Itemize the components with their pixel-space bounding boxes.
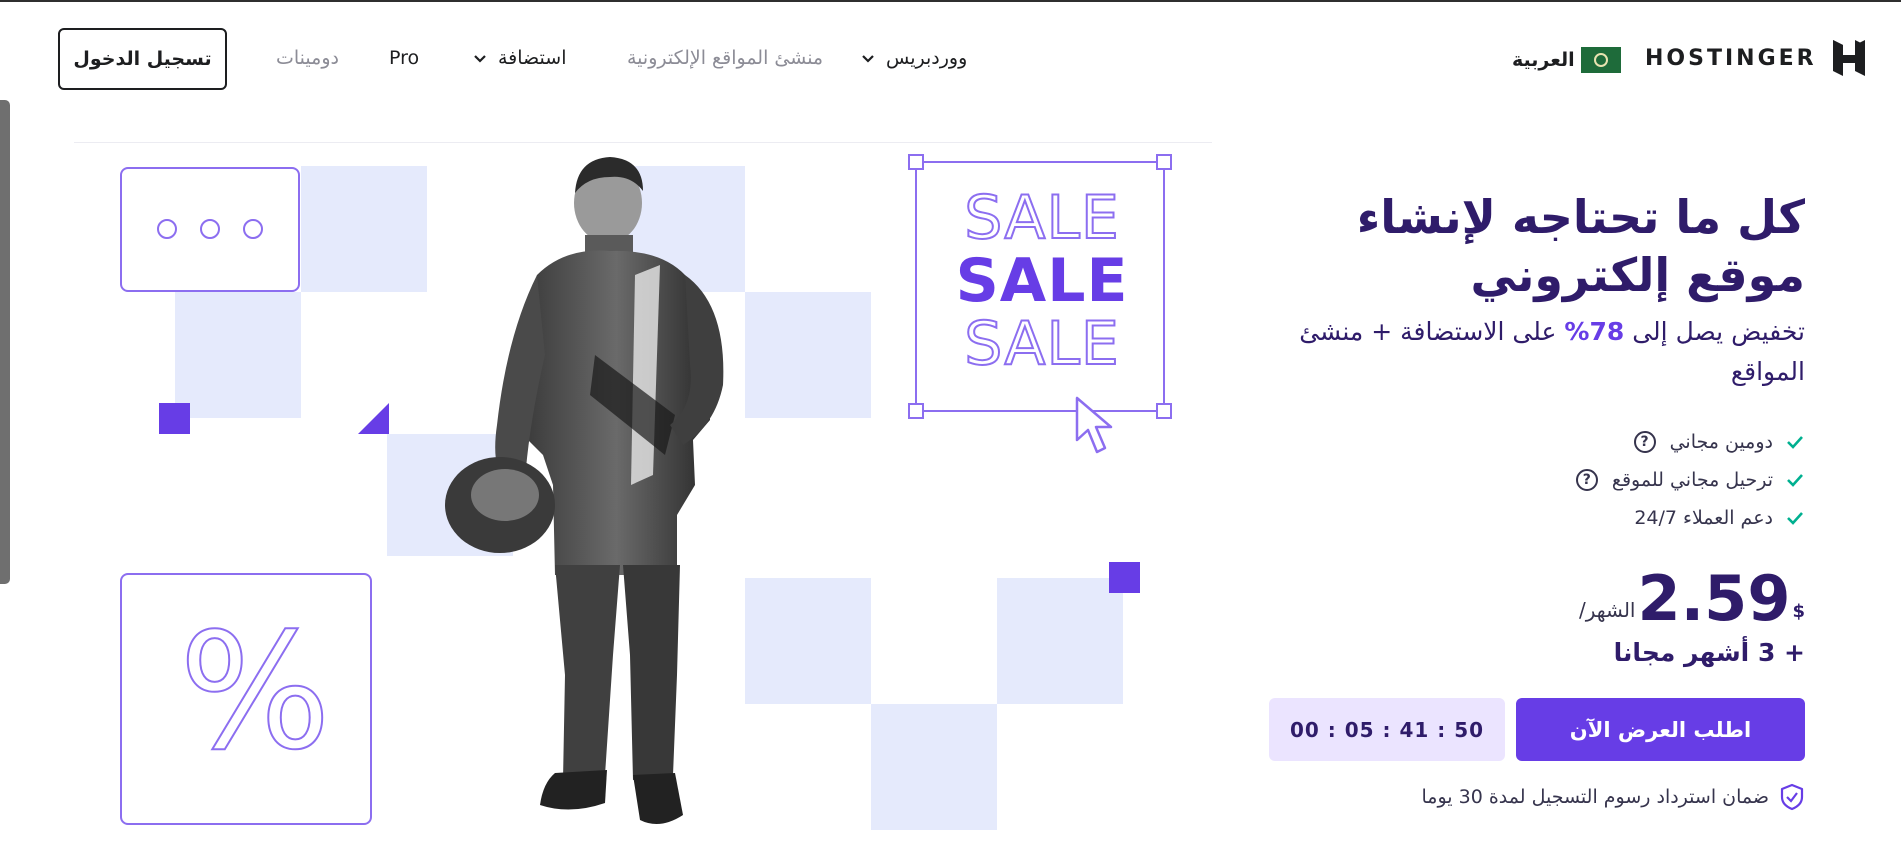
frame-handle	[908, 403, 924, 419]
feature-item: دومين مجاني ?	[1405, 423, 1805, 461]
nav-hosting[interactable]: استضافة	[472, 47, 566, 69]
feature-item: ترحيل مجاني للموقع ?	[1405, 461, 1805, 499]
feature-list: دومين مجاني ? ترحيل مجاني للموقع ? دعم ا…	[1405, 423, 1805, 537]
nav-pro[interactable]: Pro	[389, 47, 419, 69]
shield-check-icon	[1780, 783, 1804, 811]
feature-label: دومين مجاني	[1669, 431, 1773, 453]
hostinger-logo-icon	[1832, 40, 1865, 76]
price-currency: $	[1792, 601, 1805, 622]
subtitle-prefix: تخفيض يصل إلى	[1632, 317, 1805, 346]
chevron-down-icon	[474, 55, 486, 63]
guarantee-text: ضمان استرداد رسوم التسجيل لمدة 30 يوما	[1421, 786, 1769, 808]
login-button[interactable]: تسجيل الدخول	[58, 28, 227, 90]
check-icon	[1787, 436, 1803, 449]
nav-wordpress-label: ووردبريس	[886, 47, 968, 69]
accent-square	[159, 403, 190, 434]
nav-domains-label: دومينات	[276, 47, 339, 69]
flag-icon	[1580, 47, 1621, 73]
feature-label: دعم العملاء 24/7	[1634, 507, 1773, 529]
frame-handle	[1156, 154, 1172, 170]
decor-square	[175, 292, 301, 418]
nav-hosting-label: استضافة	[498, 47, 567, 69]
bubble-dot	[200, 219, 220, 239]
sale-frame: SALE SALE SALE	[908, 154, 1172, 419]
price-amount: 2.59	[1637, 562, 1791, 635]
help-icon[interactable]: ?	[1575, 469, 1598, 491]
hero-subtitle: تخفيض يصل إلى 78% على الاستضافة + منشئ ا…	[1265, 312, 1805, 392]
nav-wordpress[interactable]: ووردبريس	[860, 47, 967, 69]
help-icon[interactable]: ?	[1633, 431, 1656, 453]
price-display: /الشهر 2.59 $	[1579, 568, 1805, 630]
sale-text: SALE	[963, 183, 1120, 253]
price-period: /الشهر	[1578, 598, 1636, 622]
check-icon	[1787, 474, 1803, 487]
decor-square	[871, 704, 997, 830]
nav-website-builder[interactable]: منشئ المواقع الإلكترونية	[627, 47, 823, 69]
page-scrollbar[interactable]	[0, 100, 10, 584]
sale-text: SALE	[963, 309, 1120, 379]
language-selector[interactable]: العربية	[1512, 47, 1621, 73]
language-label: العربية	[1512, 49, 1575, 71]
nav-domains[interactable]: دومينات	[276, 47, 339, 69]
site-header: تسجيل الدخول دومينات Pro استضافة منشئ ال…	[0, 2, 1901, 116]
nav-pro-label: Pro	[389, 47, 420, 69]
brand-name: HOSTINGER	[1645, 45, 1817, 71]
nav-website-builder-label: منشئ المواقع الإلكترونية	[627, 47, 824, 69]
bonus-months: + 3 أشهر مجانا	[1613, 638, 1805, 667]
discount-percent: 78%	[1564, 317, 1625, 346]
frame-handle	[1156, 403, 1172, 419]
money-back-guarantee: ضمان استرداد رسوم التسجيل لمدة 30 يوما	[1422, 783, 1805, 811]
percent-symbol: %	[178, 598, 332, 785]
decor-square	[301, 166, 427, 292]
chevron-down-icon	[862, 55, 874, 63]
bubble-dot	[243, 219, 263, 239]
check-icon	[1787, 512, 1803, 525]
bubble-dot	[157, 219, 177, 239]
cursor-icon	[1075, 396, 1113, 454]
accent-square	[1109, 562, 1140, 593]
decor-square	[997, 578, 1123, 704]
accent-triangle	[358, 403, 389, 434]
frame-handle	[908, 154, 924, 170]
sale-text: SALE	[955, 246, 1129, 316]
brand-logo[interactable]: HOSTINGER	[1645, 38, 1867, 78]
hero-title: كل ما تحتاجه لإنشاء موقع إلكتروني	[1356, 190, 1805, 302]
hero-top-divider	[74, 142, 1212, 143]
claim-deal-button[interactable]: اطلب العرض الآن	[1516, 698, 1805, 761]
racer-photo	[445, 157, 724, 824]
countdown-timer: 00 : 05 : 41 : 50	[1269, 698, 1505, 761]
feature-label: ترحيل مجاني للموقع	[1611, 469, 1773, 491]
feature-item: دعم العملاء 24/7	[1405, 499, 1805, 537]
